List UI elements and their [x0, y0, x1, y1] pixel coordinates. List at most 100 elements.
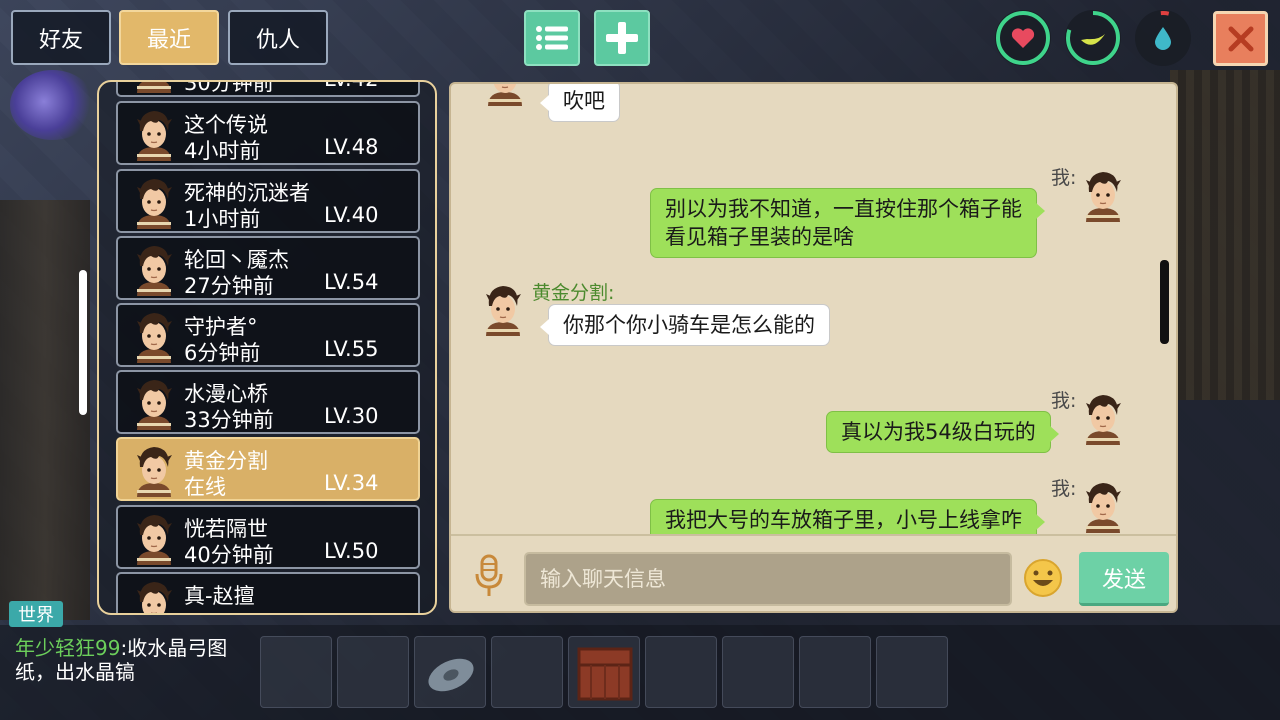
- message-bubble: 别以为我不知道，一直按住那个箱子能 看见箱子里装的是啥: [650, 188, 1045, 258]
- chat-input[interactable]: [524, 552, 1012, 606]
- chat-messages[interactable]: 吹吧 我: 别以为我不知道，一直按住那个箱子能 看见箱子里装的是啥 黄金分割: …: [451, 84, 1176, 534]
- avatar: [128, 242, 180, 296]
- friend-level: LV.30: [324, 404, 379, 428]
- friend-level: LV.50: [324, 539, 379, 563]
- my-avatar: [1080, 479, 1126, 533]
- friend-last-online: 6分钟前: [184, 341, 261, 365]
- friend-level: LV.55: [324, 337, 379, 361]
- world-chat-sender: 年少轻狂99: [15, 636, 121, 660]
- friend-list-panel[interactable]: 30分钟前LV.42这个传说4小时前LV.48死神的沉迷者1小时前LV.40轮回…: [97, 80, 437, 615]
- list-icon: [536, 26, 568, 50]
- hotbar-slot[interactable]: [876, 636, 948, 708]
- chat-panel: 吹吧 我: 别以为我不知道，一直按住那个箱子能 看见箱子里装的是啥 黄金分割: …: [449, 82, 1178, 613]
- health-ring: [996, 11, 1050, 65]
- hunger-stat: [1065, 10, 1121, 66]
- health-stat: [995, 10, 1051, 66]
- friend-avatar: [480, 282, 526, 336]
- friend-list-item[interactable]: 水漫心桥 33分钟前 LV.30: [116, 370, 420, 434]
- world-tag-label: 世界: [18, 605, 54, 626]
- add-friend-button[interactable]: [594, 10, 650, 66]
- friend-list-item[interactable]: 守护者° 6分钟前 LV.55: [116, 303, 420, 367]
- heart-icon: [1011, 28, 1035, 48]
- friend-last-online: 27分钟前: [184, 274, 274, 298]
- friend-level: LV.54: [324, 270, 379, 294]
- chat-scrollbar[interactable]: [1160, 260, 1169, 344]
- hotbar-slot[interactable]: [799, 636, 871, 708]
- friend-level: LV.42: [324, 82, 378, 91]
- thirst-stat: [1135, 10, 1191, 66]
- sender-label: 我:: [1051, 478, 1077, 500]
- friend-last-online: 33分钟前: [184, 408, 274, 432]
- message-bubble: 真以为我54级白玩的: [826, 411, 1059, 453]
- tab-enemies[interactable]: 仇人: [228, 10, 328, 65]
- avatar: [128, 578, 180, 615]
- hotbar-slot[interactable]: [645, 636, 717, 708]
- message-text: 吹吧: [563, 89, 605, 113]
- hotbar-slot[interactable]: [337, 636, 409, 708]
- send-label: 发送: [1101, 567, 1146, 593]
- friend-level: LV.48: [324, 135, 379, 159]
- avatar: [128, 309, 180, 363]
- friend-last-online: 40分钟前: [184, 543, 274, 567]
- friend-last-online: 30分钟前: [184, 80, 274, 95]
- world-chat-message: 年少轻狂99:收水晶弓图纸，出水晶镐: [15, 636, 255, 684]
- close-icon: [1228, 26, 1253, 51]
- sender-label: 我:: [1051, 390, 1077, 412]
- close-button[interactable]: [1213, 11, 1268, 66]
- friend-last-online: 1小时前: [184, 207, 261, 231]
- send-button[interactable]: 发送: [1079, 552, 1169, 606]
- friend-list-item[interactable]: 死神的沉迷者 1小时前 LV.40: [116, 169, 420, 233]
- disc-item-icon: [428, 658, 474, 692]
- message-bubble: 你那个你小骑车是怎么能的: [540, 304, 830, 346]
- tree-trunk: [0, 200, 90, 620]
- friend-level: LV.34: [324, 471, 379, 495]
- thirst-ring: [1136, 10, 1190, 65]
- avatar: [128, 107, 180, 161]
- friend-list-item[interactable]: 真-赵擅: [116, 572, 420, 615]
- banana-icon: [1081, 34, 1105, 45]
- list-button[interactable]: [524, 10, 580, 66]
- friend-last-online: 4小时前: [184, 139, 261, 163]
- my-avatar: [1080, 168, 1126, 222]
- hunger-ring: [1066, 11, 1120, 65]
- hotbar-slot[interactable]: [414, 636, 486, 708]
- avatar: [128, 175, 180, 229]
- tab-friends-label: 好友: [38, 27, 83, 53]
- wooden-tower: [1170, 70, 1280, 400]
- friend-avatar: [482, 84, 528, 106]
- avatar: [128, 376, 180, 430]
- water-drop-icon: [1155, 27, 1171, 50]
- friend-list-item[interactable]: 轮回丶魇杰 27分钟前 LV.54: [116, 236, 420, 300]
- purple-orb: [10, 70, 95, 140]
- wooden-chest-icon: [577, 647, 633, 701]
- message-bubble: 我把大号的车放箱子里，小号上线拿咋: [650, 499, 1045, 534]
- hotbar-slot[interactable]: [568, 636, 640, 708]
- friend-level: LV.40: [324, 203, 379, 227]
- friend-list-item[interactable]: 黄金分割 在线 LV.34: [116, 437, 420, 501]
- friend-list-item[interactable]: 恍若隔世 40分钟前 LV.50: [116, 505, 420, 569]
- message-bubble: 吹吧: [540, 84, 620, 122]
- tab-friends[interactable]: 好友: [11, 10, 111, 65]
- friend-list-item[interactable]: 30分钟前 LV.42: [116, 80, 420, 97]
- tab-enemies-label: 仇人: [255, 27, 300, 53]
- message-text: 我把大号的车放箱子里，小号上线拿咋: [665, 508, 1022, 532]
- avatar: [128, 80, 180, 93]
- message-text: 你那个你小骑车是怎么能的: [563, 313, 815, 337]
- friend-name: 真-赵擅: [184, 584, 255, 608]
- tab-recent[interactable]: 最近: [119, 10, 219, 65]
- chat-input-bar: 发送: [451, 534, 1176, 611]
- sender-label: 我:: [1051, 167, 1077, 189]
- hotbar-slot[interactable]: [260, 636, 332, 708]
- friend-list-scrollbar[interactable]: [79, 270, 87, 415]
- friend-list-item[interactable]: 这个传说 4小时前 LV.48: [116, 101, 420, 165]
- avatar: [128, 511, 180, 565]
- hotbar-slot[interactable]: [722, 636, 794, 708]
- my-avatar: [1080, 391, 1126, 445]
- friend-last-online: 在线: [184, 475, 226, 499]
- plus-icon: [606, 22, 638, 54]
- sender-label: 黄金分割:: [532, 282, 615, 304]
- world-channel-tag[interactable]: 世界: [9, 601, 63, 627]
- emoji-icon[interactable]: [1023, 558, 1063, 598]
- hotbar-slot[interactable]: [491, 636, 563, 708]
- microphone-icon[interactable]: [473, 554, 505, 598]
